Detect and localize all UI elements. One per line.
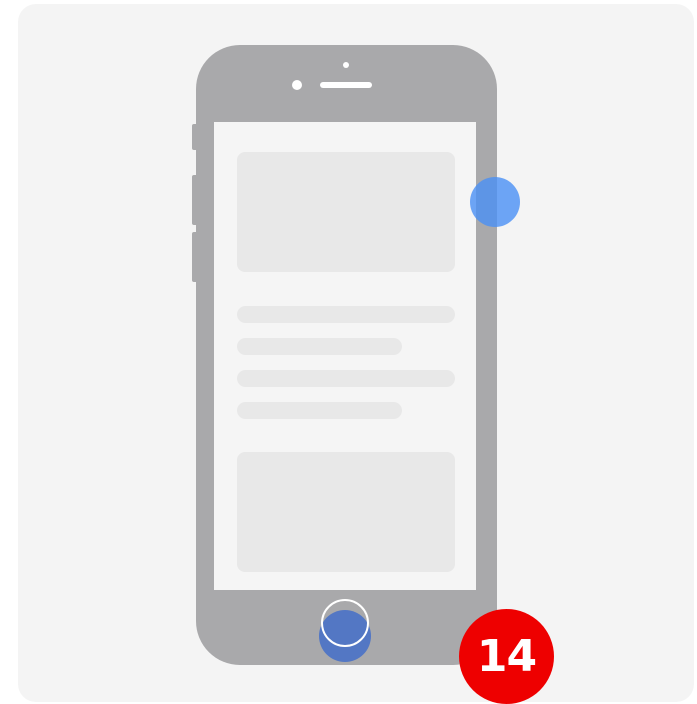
sensor-icon <box>343 62 349 68</box>
step-number-badge: 14 <box>459 609 554 704</box>
screen-placeholder-image-bottom <box>237 452 455 572</box>
screen-placeholder-image-top <box>237 152 455 272</box>
home-button <box>321 599 369 647</box>
front-camera-icon <box>292 80 302 90</box>
side-button-touch-icon <box>470 177 520 227</box>
earpiece-speaker-icon <box>320 82 372 88</box>
screen-placeholder-line <box>237 338 402 355</box>
screen-placeholder-line <box>237 402 402 419</box>
screen-placeholder-line <box>237 306 455 323</box>
screen-placeholder-line <box>237 370 455 387</box>
